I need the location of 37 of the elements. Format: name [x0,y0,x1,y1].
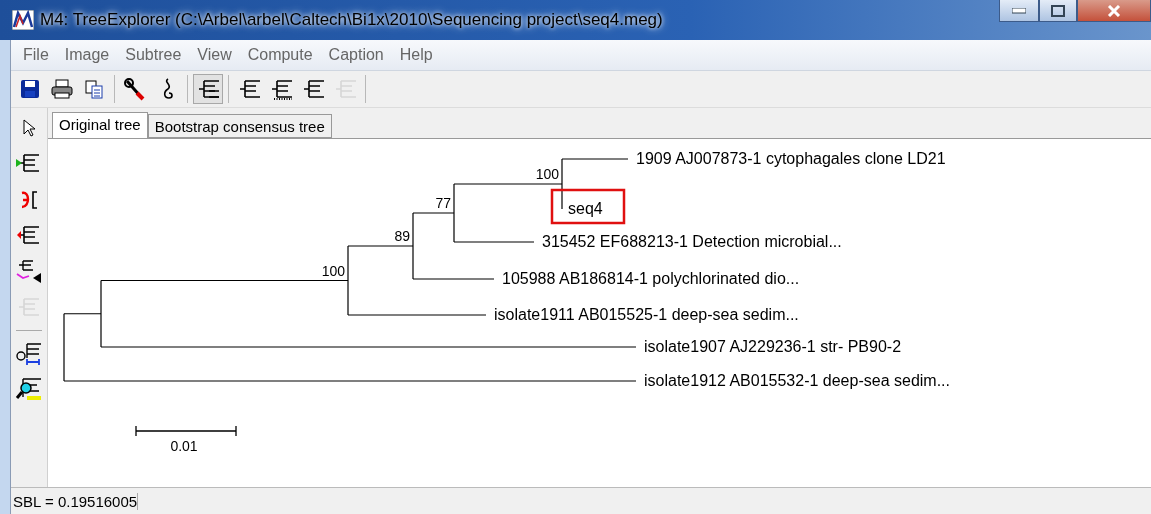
close-icon [1107,4,1121,17]
taxon-label[interactable]: 315452 EF688213-1 Detection microbial... [542,233,842,250]
menu-item[interactable]: Compute [239,46,321,64]
printer-icon [50,78,74,100]
menu-item[interactable]: Image [56,46,118,64]
scale-label: 0.01 [170,438,198,454]
taxon-label[interactable]: isolate1911 AB015525-1 deep-sea sedim... [494,306,799,323]
save-icon [19,78,41,100]
minimize-button[interactable] [999,0,1039,22]
bootstrap-value: 89 [394,228,410,244]
taxon-label[interactable]: 105988 AB186814-1 polychlorinated dio... [502,270,800,287]
bootstrap-value: 77 [435,195,451,211]
bootstrap-value: 100 [321,262,345,279]
menu-item[interactable]: Subtree [117,46,190,64]
menu-item[interactable]: View [189,46,240,64]
taxon-label[interactable]: seq4 [568,200,603,217]
tab[interactable]: Original tree [52,112,148,139]
menu-item[interactable]: Help [391,46,441,64]
pointer-icon [21,118,37,138]
copy-icon [83,78,105,100]
close-button[interactable] [1077,0,1151,22]
taxon-label[interactable]: isolate1907 AJ229236-1 str- PB90-2 [644,338,902,355]
wrench-icon [123,77,147,101]
tab[interactable]: Bootstrap consensus tree [147,114,332,138]
menu-item[interactable]: File [15,46,57,64]
status-text: SBL = 0.19516005 [11,492,139,510]
bootstrap-value: 100 [535,166,559,182]
maximize-icon [1051,4,1065,17]
toolbar-button[interactable] [193,74,223,104]
maximize-button[interactable] [1039,0,1077,22]
minimize-icon [1012,7,1026,14]
window-title: M4: TreeExplorer (C:\Arbel\arbel\Caltech\Bi1x\2010\Sequencing project\seq4.meg) [40,10,663,30]
app-logo-icon [12,10,34,30]
taxon-label[interactable]: isolate1912 AB015532-1 deep-sea sedim... [644,372,950,389]
menu-item[interactable]: Caption [320,46,392,64]
magnifier-tree-icon [15,376,43,402]
taxon-label[interactable]: 1909 AJ007873-1 cytophagales clone LD21 [636,150,946,167]
